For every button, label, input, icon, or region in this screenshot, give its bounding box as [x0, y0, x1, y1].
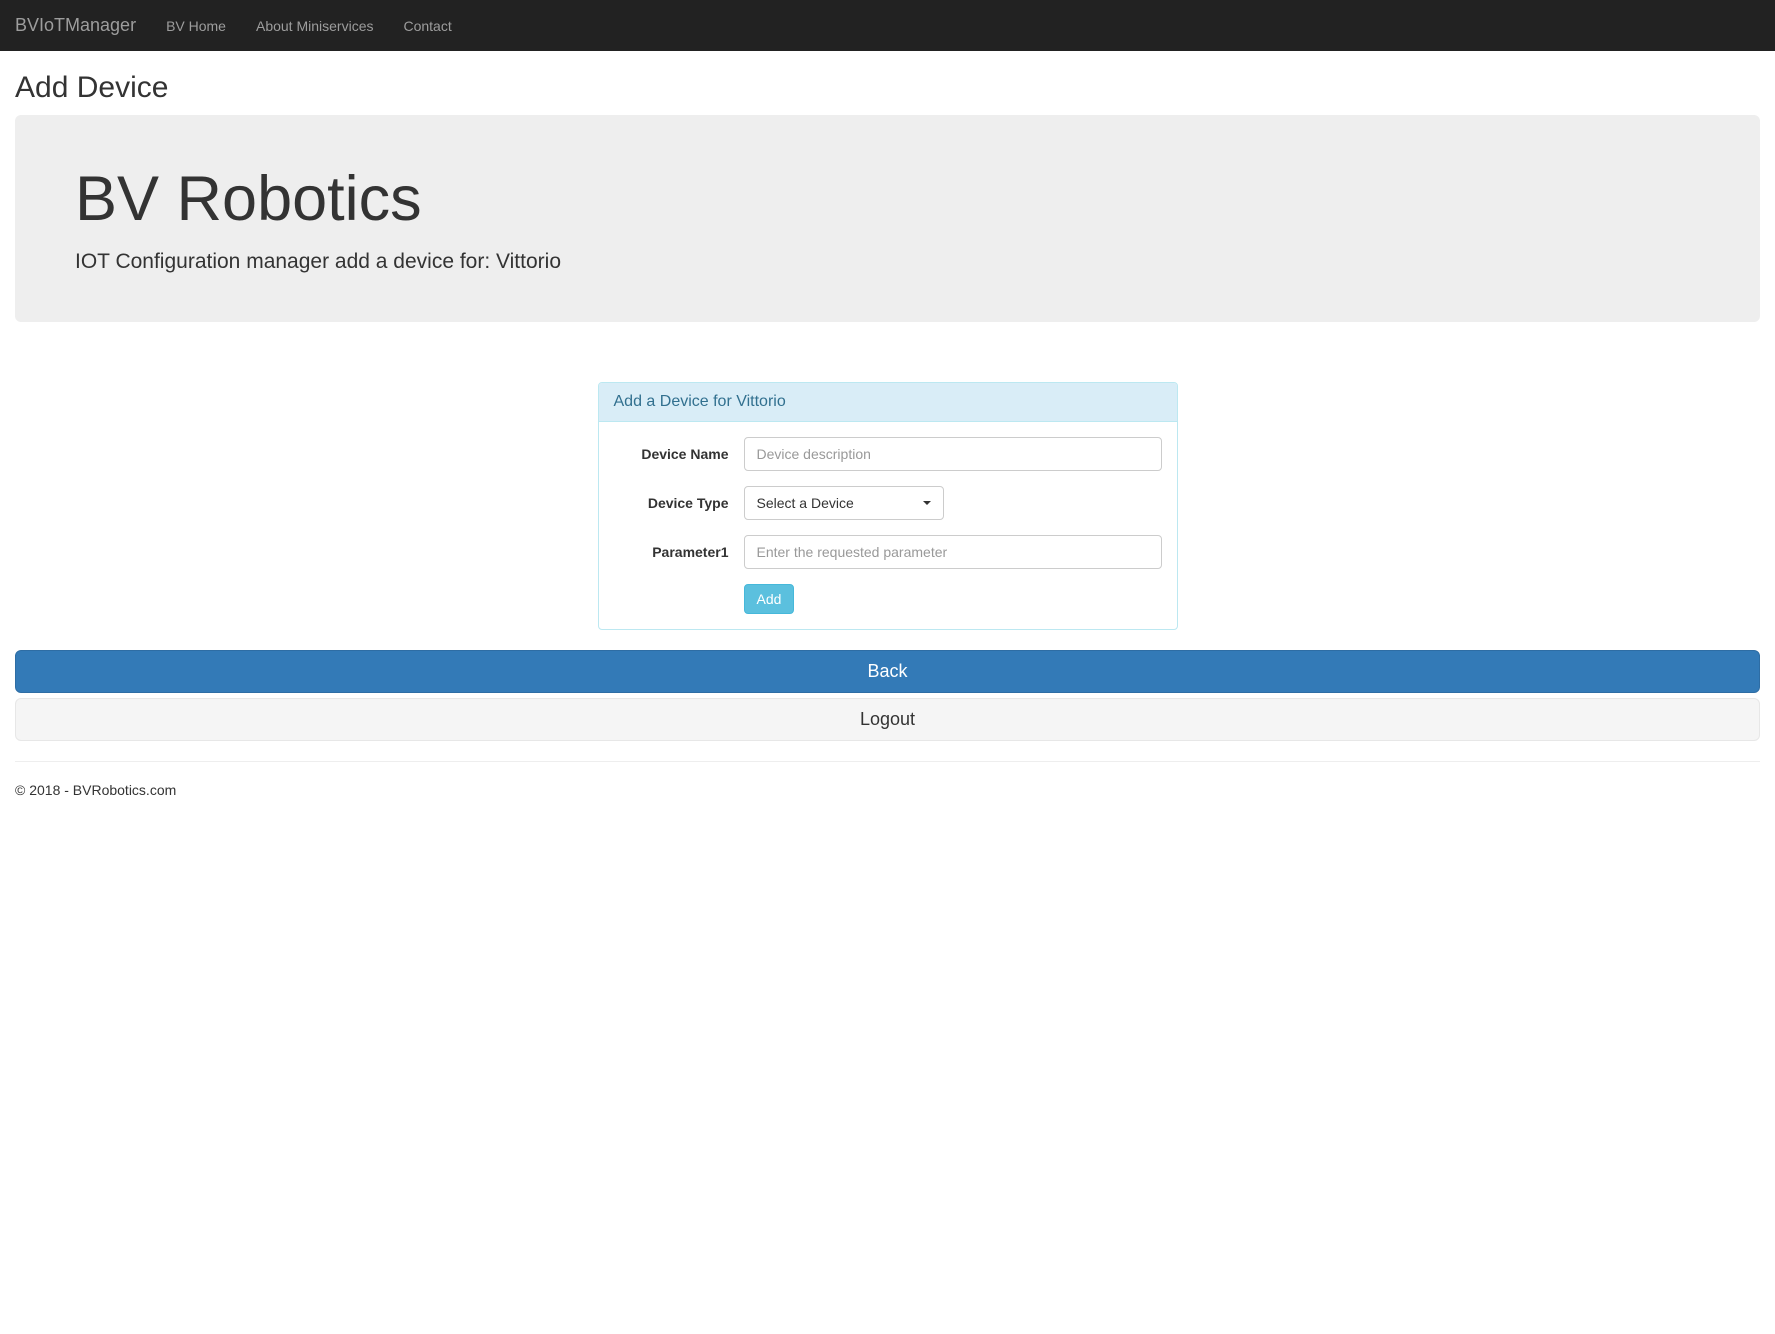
nav-link-contact[interactable]: Contact	[388, 3, 466, 49]
label-parameter1: Parameter1	[614, 544, 744, 560]
device-type-dropdown[interactable]: Select a Device	[744, 486, 944, 520]
back-button[interactable]: Back	[15, 650, 1760, 693]
form-group-device-name: Device Name	[614, 437, 1162, 471]
jumbotron: BV Robotics IOT Configuration manager ad…	[15, 115, 1760, 322]
form-group-parameter1: Parameter1	[614, 535, 1162, 569]
panel-body: Device Name Device Type Select a Device …	[599, 422, 1177, 629]
label-device-type: Device Type	[614, 495, 744, 511]
nav-link-about-miniservices[interactable]: About Miniservices	[241, 3, 389, 49]
parameter1-input[interactable]	[744, 535, 1162, 569]
navbar: BVIoTManager BV Home About Miniservices …	[0, 0, 1775, 51]
form-group-device-type: Device Type Select a Device	[614, 486, 1162, 520]
panel-heading: Add a Device for Vittorio	[599, 383, 1177, 422]
label-device-name: Device Name	[614, 446, 744, 462]
navbar-brand[interactable]: BVIoTManager	[15, 0, 151, 51]
device-type-selected: Select a Device	[757, 495, 854, 511]
footer: © 2018 - BVRobotics.com	[0, 782, 1775, 818]
divider	[15, 761, 1760, 762]
navbar-nav: BV Home About Miniservices Contact	[151, 3, 467, 49]
device-name-input[interactable]	[744, 437, 1162, 471]
page-title: Add Device	[15, 71, 1760, 105]
nav-link-bv-home[interactable]: BV Home	[151, 3, 241, 49]
jumbotron-lead: IOT Configuration manager add a device f…	[75, 250, 1700, 274]
add-device-panel: Add a Device for Vittorio Device Name De…	[598, 382, 1178, 630]
jumbotron-heading: BV Robotics	[75, 163, 1700, 235]
action-buttons: Back Logout	[15, 650, 1760, 741]
logout-button[interactable]: Logout	[15, 698, 1760, 741]
footer-text: © 2018 - BVRobotics.com	[15, 782, 1760, 798]
add-button[interactable]: Add	[744, 584, 795, 614]
caret-down-icon	[923, 501, 931, 505]
